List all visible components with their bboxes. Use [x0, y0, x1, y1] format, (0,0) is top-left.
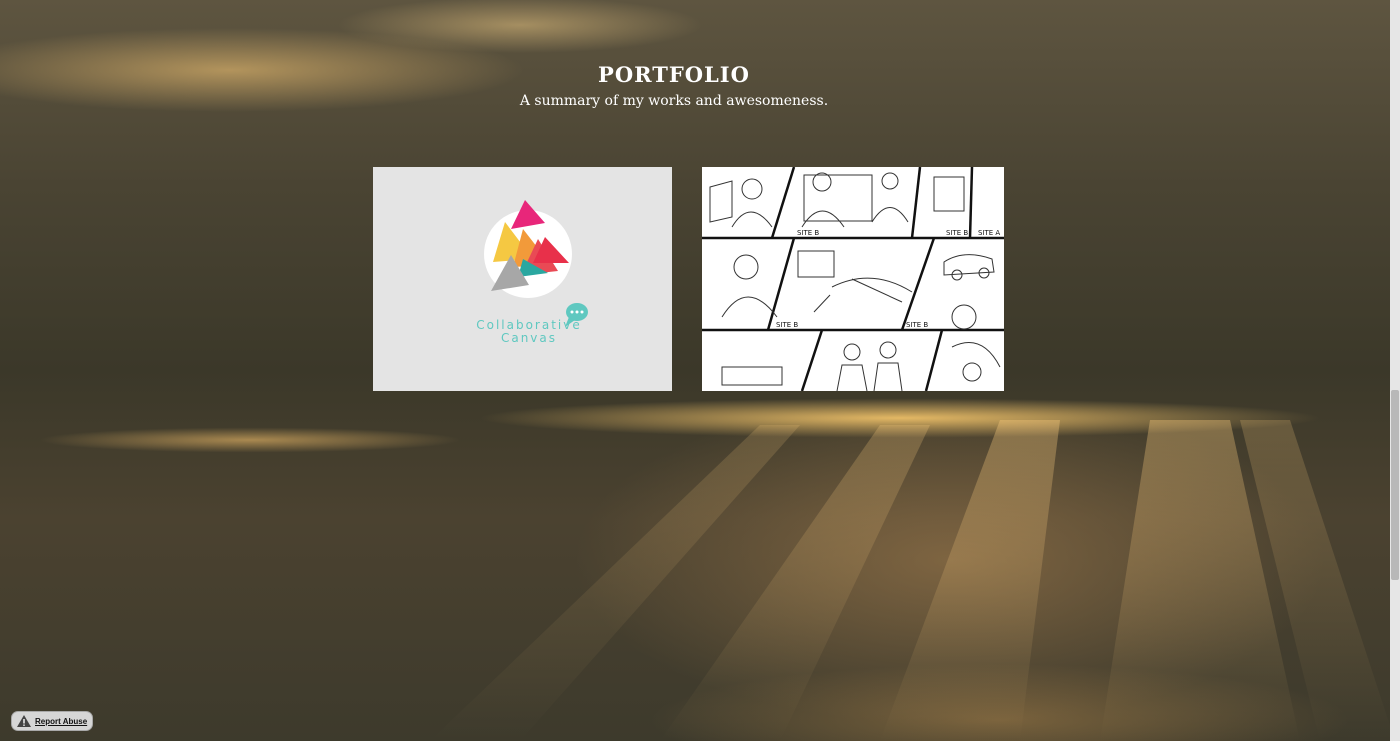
panel-label: SITE B: [776, 321, 798, 329]
panel-label: SITE A: [978, 229, 1000, 237]
report-abuse-label: Report Abuse: [35, 716, 88, 726]
page-title: PORTFOLIO: [598, 62, 750, 87]
page-subtitle: A summary of my works and awesomeness.: [519, 93, 829, 109]
warning-icon: [17, 715, 31, 727]
portfolio-item-storyboard[interactable]: SITE B SITE B SITE A SITE B SITE B: [702, 167, 1004, 391]
storyboard-sketch-icon: SITE B SITE B SITE A SITE B SITE B: [702, 167, 1004, 391]
portfolio-header: PORTFOLIO A summary of my works and awes…: [0, 60, 1348, 112]
page: PORTFOLIO A summary of my works and awes…: [0, 0, 1400, 741]
scrollbar-thumb[interactable]: [1391, 390, 1399, 580]
panel-label: SITE B: [906, 321, 928, 329]
panel-label: SITE B: [946, 229, 968, 237]
panel-label: SITE B: [797, 229, 819, 237]
collaborative-canvas-logo-icon: [484, 200, 588, 327]
vertical-scrollbar[interactable]: [1390, 0, 1400, 741]
portfolio-item-collaborative-canvas[interactable]: Collaborative Canvas: [373, 167, 672, 391]
report-abuse-button[interactable]: Report Abuse: [11, 711, 93, 731]
caption-line-2: Canvas: [500, 331, 558, 345]
collaborative-canvas-caption: Collaborative Canvas: [469, 319, 589, 345]
